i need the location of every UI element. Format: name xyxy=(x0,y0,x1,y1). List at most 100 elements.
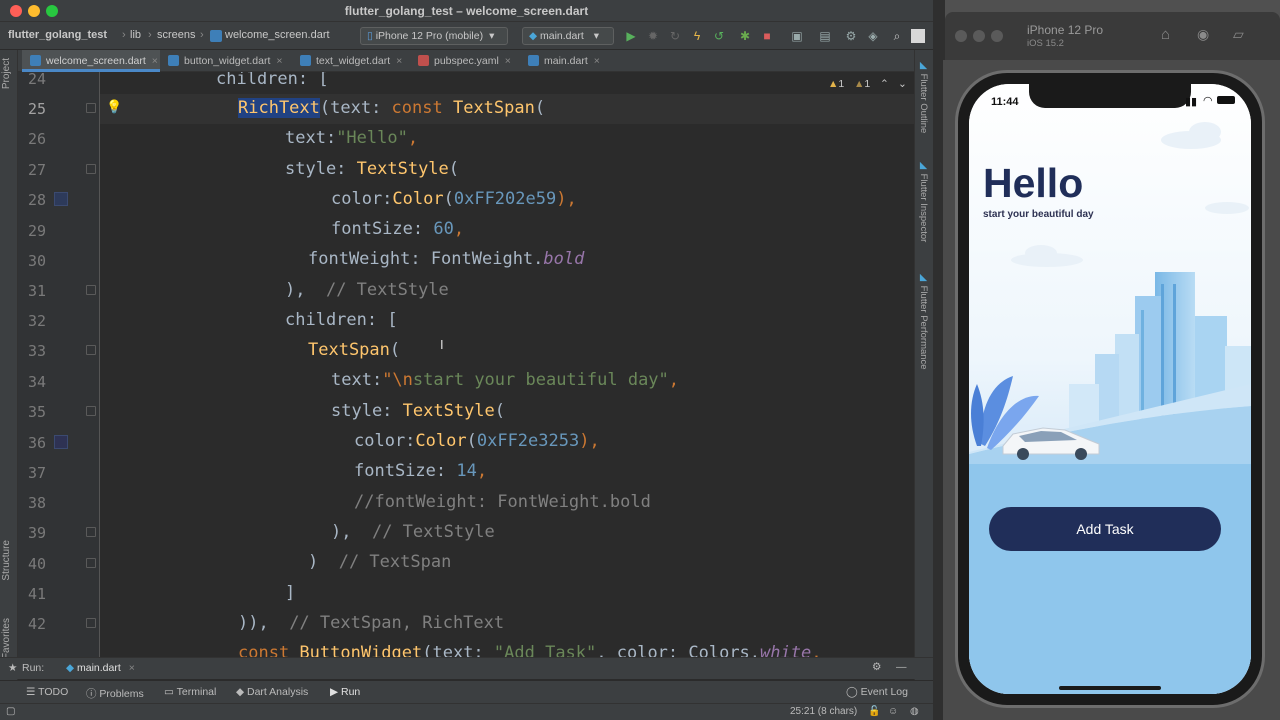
attach-debugger-icon[interactable]: ✱ xyxy=(738,29,752,43)
structure-panel-toggle[interactable]: Structure xyxy=(1,540,12,581)
caret-position[interactable]: 25:21 (8 chars) xyxy=(790,706,857,717)
line-number: 29 xyxy=(27,222,46,240)
code-line-43: const ButtonWidget(text: "Add Task", col… xyxy=(238,643,832,657)
navigation-bar: flutter_golang_test › lib › screens › we… xyxy=(0,22,933,50)
text-cursor-icon: I xyxy=(440,337,444,352)
settings-icon[interactable]: ⚙ xyxy=(872,661,881,673)
fold-marker-icon[interactable] xyxy=(86,558,96,568)
device-manager-icon[interactable]: ▤ xyxy=(818,29,832,43)
code-editor[interactable]: 24 25 26 27 28 29 30 31 32 33 34 35 36 3… xyxy=(18,72,914,657)
tab-pubspec[interactable]: pubspec.yaml × xyxy=(410,50,520,72)
lock-icon[interactable]: 🔓 xyxy=(868,706,880,717)
close-tab-icon[interactable]: × xyxy=(396,55,402,67)
window-title: flutter_golang_test – welcome_screen.dar… xyxy=(344,4,589,18)
flutter-outline-toggle[interactable]: ◣ Flutter Outline xyxy=(918,60,929,133)
memory-indicator-icon[interactable]: ◍ xyxy=(910,706,919,717)
code-line-31: ), // TextStyle xyxy=(285,280,449,300)
stop-icon[interactable]: ■ xyxy=(760,29,774,43)
fold-marker-icon[interactable] xyxy=(86,103,96,113)
chevron-down-icon: ▾ xyxy=(489,30,495,42)
info-icon: ⓘ xyxy=(86,688,100,700)
color-swatch-icon[interactable] xyxy=(54,435,68,449)
chevron-up-icon[interactable]: ⌃ xyxy=(880,78,889,90)
breadcrumb-file[interactable]: welcome_screen.dart xyxy=(225,29,330,41)
debug-icon[interactable]: ✹ xyxy=(646,29,660,43)
weak-warning-count[interactable]: ▲1 xyxy=(854,78,870,90)
smiley-icon[interactable]: ☺ xyxy=(888,706,898,717)
run-tab-main[interactable]: ◆ main.dart × xyxy=(66,662,135,674)
code-line-36: color:Color(0xFF2e3253), xyxy=(354,431,600,451)
sdk-manager-icon[interactable]: ◈ xyxy=(866,29,880,43)
project-panel-toggle[interactable]: Project xyxy=(1,58,12,89)
hide-panel-icon[interactable]: — xyxy=(896,661,907,673)
code-line-41: ] xyxy=(285,583,296,603)
signal-icon: ▮▮ xyxy=(1185,96,1198,108)
code-line-42: )), // TextSpan, RichText xyxy=(238,613,505,633)
close-tab-icon[interactable]: × xyxy=(276,55,282,67)
warning-count[interactable]: ▲1 xyxy=(828,78,844,90)
profile-icon[interactable]: ↻ xyxy=(668,29,682,43)
settings-icon[interactable]: ⚙ xyxy=(844,29,858,43)
terminal-tool-window[interactable]: ▭ Terminal xyxy=(164,686,216,698)
user-avatar-icon[interactable] xyxy=(911,29,925,43)
phone-screen[interactable]: 11:44 ▮▮ ◠ Hello start your beautiful da… xyxy=(969,84,1251,694)
minimize-window-icon[interactable] xyxy=(973,30,985,42)
fold-marker-icon[interactable] xyxy=(86,164,96,174)
fold-marker-icon[interactable] xyxy=(86,345,96,355)
line-number: 34 xyxy=(27,373,46,391)
home-indicator[interactable] xyxy=(1059,686,1161,690)
screenshot-icon[interactable]: ◉ xyxy=(1197,26,1209,43)
todo-tool-window[interactable]: ☰ TODO xyxy=(26,686,68,698)
run-config-selector[interactable]: ◆ main.dart ▾ xyxy=(522,27,614,45)
run-icon[interactable]: ▶ xyxy=(624,29,638,43)
event-log-button[interactable]: ◯ Event Log xyxy=(846,686,908,698)
rotate-icon[interactable]: ▱ xyxy=(1233,26,1244,43)
layout-icon[interactable]: ▢ xyxy=(6,706,15,717)
ide-window: flutter_golang_test – welcome_screen.dar… xyxy=(0,0,933,720)
code-line-30: fontWeight: FontWeight.bold xyxy=(308,249,585,269)
battery-icon xyxy=(1217,96,1235,104)
code-line-37: fontSize: 14, xyxy=(354,461,488,481)
fold-marker-icon[interactable] xyxy=(86,527,96,537)
favorites-panel-toggle[interactable]: Favorites xyxy=(1,618,12,659)
home-icon[interactable]: ⌂ xyxy=(1161,26,1170,43)
fold-marker-icon[interactable] xyxy=(86,618,96,628)
hot-restart-icon[interactable]: ↺ xyxy=(712,29,726,43)
close-tab-icon[interactable]: × xyxy=(594,55,600,67)
tab-button-widget[interactable]: button_widget.dart × xyxy=(160,50,292,72)
color-swatch-icon[interactable] xyxy=(54,192,68,206)
tab-main[interactable]: main.dart × xyxy=(520,50,610,72)
code-line-38: //fontWeight: FontWeight.bold xyxy=(354,492,651,512)
zoom-window-icon[interactable] xyxy=(991,30,1003,42)
close-tab-icon[interactable]: × xyxy=(505,55,511,67)
run-tool-window[interactable]: ▶ Run xyxy=(330,686,360,698)
line-number: 41 xyxy=(27,585,46,603)
flutter-icon: ◣ xyxy=(918,60,929,74)
breadcrumb-lib[interactable]: lib xyxy=(130,29,141,41)
list-icon: ☰ xyxy=(26,686,39,698)
search-icon[interactable]: ⌕ xyxy=(890,29,904,43)
open-folder-icon[interactable]: ▣ xyxy=(790,29,804,43)
hot-reload-icon[interactable]: ϟ xyxy=(690,29,704,43)
terminal-icon: ▭ xyxy=(164,686,177,698)
flutter-performance-toggle[interactable]: ◣ Flutter Performance xyxy=(918,272,929,370)
device-selector[interactable]: ▯ iPhone 12 Pro (mobile) ▾ xyxy=(360,27,508,45)
simulator-title-bar: iPhone 12 Pro iOS 15.2 ⌂ ◉ ▱ xyxy=(945,12,1280,60)
code-line-34: text:"\nstart your beautiful day", xyxy=(331,370,680,390)
fold-marker-icon[interactable] xyxy=(86,285,96,295)
dart-analysis-tool-window[interactable]: ◆ Dart Analysis xyxy=(236,686,308,698)
close-tab-icon[interactable]: × xyxy=(152,55,158,67)
problems-tool-window[interactable]: ⓘ Problems xyxy=(86,686,144,701)
fold-marker-icon[interactable] xyxy=(86,406,96,416)
breadcrumb-screens[interactable]: screens xyxy=(157,29,196,41)
chevron-down-icon[interactable]: ⌄ xyxy=(898,78,907,90)
close-tab-icon[interactable]: × xyxy=(129,662,135,674)
breadcrumb-project[interactable]: flutter_golang_test xyxy=(8,29,107,41)
line-number: 27 xyxy=(27,161,46,179)
tab-text-widget[interactable]: text_widget.dart × xyxy=(292,50,410,72)
lightbulb-icon[interactable]: 💡 xyxy=(106,99,122,115)
add-task-button[interactable]: Add Task xyxy=(989,507,1221,551)
close-window-icon[interactable] xyxy=(955,30,967,42)
tab-welcome-screen[interactable]: welcome_screen.dart × xyxy=(22,50,160,72)
flutter-inspector-toggle[interactable]: ◣ Flutter Inspector xyxy=(918,160,929,242)
